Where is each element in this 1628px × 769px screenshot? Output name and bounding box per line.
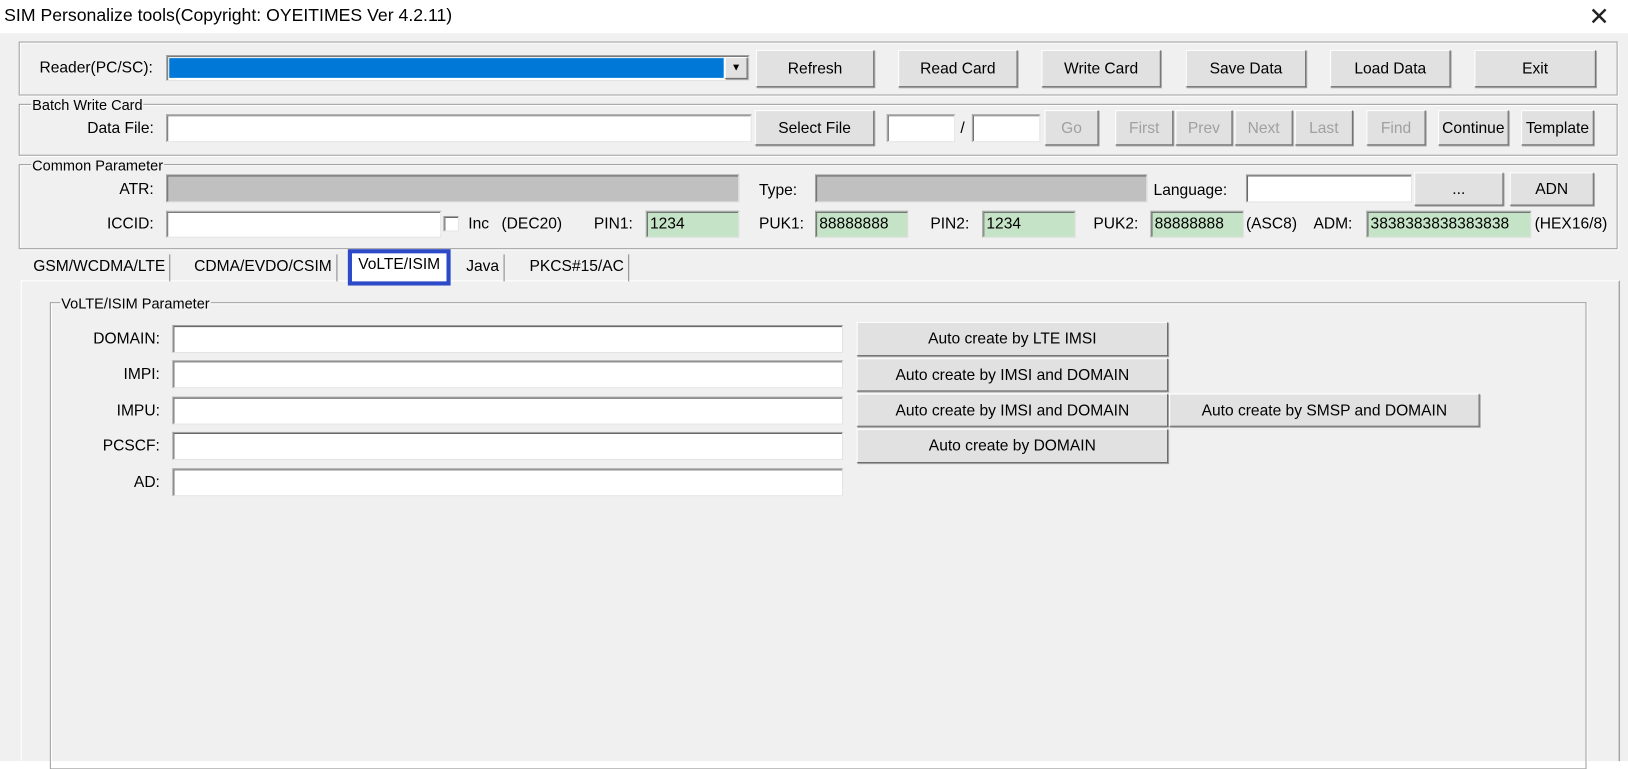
tab-gsm-wcdma-lte[interactable]: GSM/WCDMA/LTE	[29, 254, 171, 282]
first-button[interactable]: First	[1115, 110, 1174, 146]
adm-input[interactable]: 3838383838383838	[1366, 210, 1532, 238]
save-data-button[interactable]: Save Data	[1185, 49, 1307, 88]
last-button[interactable]: Last	[1294, 110, 1353, 146]
tab-pkcs15-ac[interactable]: PKCS#15/AC	[525, 254, 630, 282]
chevron-down-icon[interactable]: ▼	[724, 57, 748, 79]
batch-write-title: Batch Write Card	[31, 96, 144, 114]
adm-label: ADM:	[1313, 214, 1353, 233]
ad-label: AD:	[133, 473, 160, 492]
tab-java[interactable]: Java	[462, 254, 505, 282]
impi-input[interactable]	[172, 360, 844, 389]
next-button[interactable]: Next	[1234, 110, 1293, 146]
write-card-button[interactable]: Write Card	[1041, 49, 1161, 88]
ad-input[interactable]	[172, 468, 844, 497]
puk1-label: PUK1:	[758, 214, 805, 233]
language-label: Language:	[1153, 181, 1228, 200]
pcscf-label: PCSCF:	[102, 437, 160, 455]
language-browse-button[interactable]: ...	[1414, 172, 1504, 206]
inc-label: Inc	[468, 214, 490, 233]
impi-label: IMPI:	[123, 365, 160, 384]
read-card-button[interactable]: Read Card	[898, 49, 1018, 88]
continue-button[interactable]: Continue	[1438, 110, 1509, 146]
inc-checkbox[interactable]	[443, 215, 459, 232]
tab-volte-isim[interactable]: VoLTE/ISIM	[347, 249, 451, 286]
asc8-label: (ASC8)	[1245, 214, 1298, 233]
iccid-label: ICCID:	[106, 214, 154, 233]
data-file-label: Data File:	[87, 119, 154, 138]
domain-label: DOMAIN:	[93, 330, 160, 348]
auto-create-pcscf-button[interactable]: Auto create by DOMAIN	[856, 428, 1169, 464]
puk2-label: PUK2:	[1093, 214, 1139, 233]
slash-separator: /	[960, 119, 965, 138]
auto-create-lte-imsi-button[interactable]: Auto create by LTE IMSI	[856, 321, 1169, 357]
domain-input[interactable]	[172, 324, 844, 354]
type-label: Type:	[758, 181, 798, 200]
impu-input[interactable]	[172, 396, 844, 425]
window-title: SIM Personalize tools(Copyright: OYEITIM…	[4, 5, 453, 25]
auto-create-impi-button[interactable]: Auto create by IMSI and DOMAIN	[856, 358, 1169, 392]
pin1-input[interactable]: 1234	[645, 210, 740, 238]
go-button[interactable]: Go	[1044, 110, 1099, 146]
load-data-button[interactable]: Load Data	[1330, 49, 1451, 88]
dec20-label: (DEC20)	[501, 214, 563, 233]
iccid-input[interactable]	[166, 210, 442, 238]
atr-field	[166, 174, 740, 203]
pin2-input[interactable]: 1234	[982, 210, 1076, 238]
adn-button[interactable]: ADN	[1509, 172, 1594, 206]
impu-label: IMPU:	[116, 401, 160, 420]
auto-create-impu-button[interactable]: Auto create by IMSI and DOMAIN	[856, 393, 1169, 427]
record-total-input[interactable]	[971, 114, 1041, 143]
close-icon[interactable]: ✕	[1589, 2, 1610, 32]
reader-label: Reader(PC/SC):	[39, 59, 153, 77]
reader-select[interactable]	[166, 55, 750, 81]
volte-parameter-title: VoLTE/ISIM Parameter	[60, 294, 211, 312]
data-file-input[interactable]	[166, 114, 752, 143]
hex-label: (HEX16/8)	[1534, 214, 1608, 233]
tab-cdma-evdo-csim[interactable]: CDMA/EVDO/CSIM	[190, 254, 337, 282]
common-parameter-title: Common Parameter	[31, 156, 165, 174]
select-file-button[interactable]: Select File	[754, 110, 875, 146]
puk2-input[interactable]: 88888888	[1150, 210, 1244, 238]
pcscf-input[interactable]	[172, 431, 844, 460]
auto-create-smsp-domain-button[interactable]: Auto create by SMSP and DOMAIN	[1169, 393, 1480, 427]
puk1-input[interactable]: 88888888	[815, 210, 909, 238]
record-index-input[interactable]	[886, 114, 956, 143]
prev-button[interactable]: Prev	[1175, 110, 1233, 146]
reader-selected-value	[169, 58, 724, 78]
title-bar: SIM Personalize tools(Copyright: OYEITIM…	[0, 0, 1628, 34]
exit-button[interactable]: Exit	[1474, 49, 1596, 88]
atr-label: ATR:	[119, 180, 154, 199]
type-field	[815, 174, 1148, 203]
pin1-label: PIN1:	[593, 214, 633, 233]
pin2-label: PIN2:	[930, 214, 970, 233]
find-button[interactable]: Find	[1366, 110, 1426, 146]
template-button[interactable]: Template	[1521, 110, 1594, 146]
language-input[interactable]	[1245, 174, 1413, 203]
refresh-button[interactable]: Refresh	[755, 49, 875, 88]
